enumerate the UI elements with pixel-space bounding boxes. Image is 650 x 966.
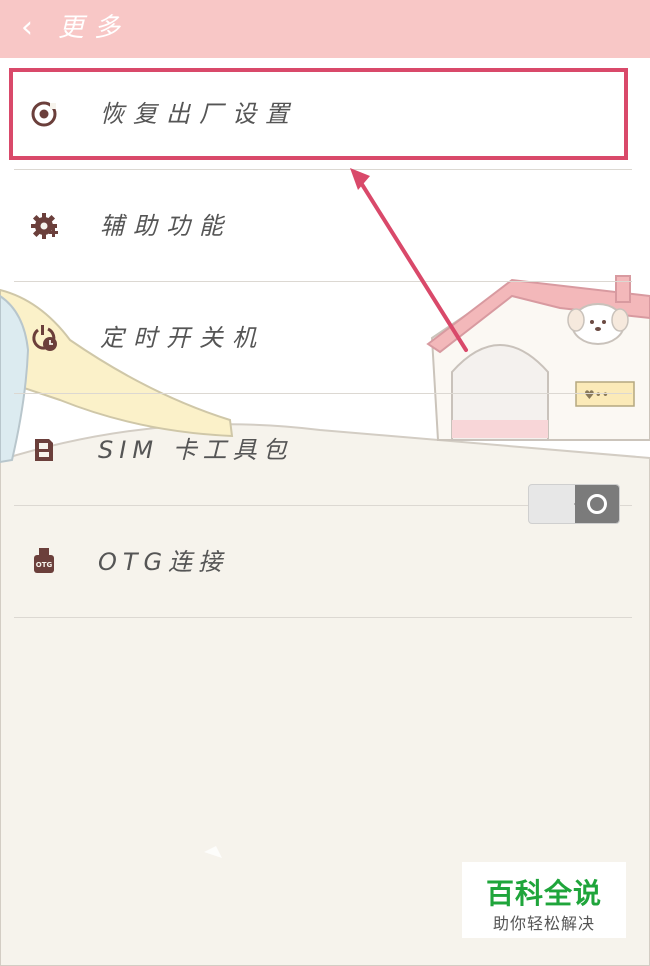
toggle-ring-icon — [587, 494, 607, 514]
page-title: 更多 — [58, 13, 131, 43]
sim-card-icon — [28, 434, 60, 466]
otg-icon: OTG — [28, 546, 60, 578]
menu-item-label: OTG连接 — [98, 548, 229, 576]
menu-item-accessibility[interactable]: 辅助功能 — [0, 170, 650, 282]
chevron-left-icon[interactable]: ‹ — [10, 8, 44, 48]
menu-item-label: 辅助功能 — [100, 212, 232, 240]
menu-item-label: 定时开关机 — [100, 324, 265, 352]
menu-item-label: 恢复出厂设置 — [100, 100, 298, 128]
menu-item-scheduled-power[interactable]: 定时开关机 — [0, 282, 650, 394]
toggle-knob-notch — [574, 495, 583, 513]
menu-item-label: SIM 卡工具包 — [98, 436, 293, 464]
factory-reset-icon — [28, 98, 60, 130]
power-timer-icon — [28, 322, 60, 354]
menu-item-factory-reset[interactable]: 恢复出厂设置 — [0, 58, 650, 170]
watermark-subtitle: 助你轻松解决 — [492, 914, 595, 933]
gear-icon — [28, 210, 60, 242]
divider — [14, 617, 632, 618]
watermark-badge: 百科全说 助你轻松解决 — [462, 862, 626, 938]
top-bar: ‹ 更多 — [0, 0, 650, 58]
settings-list: 恢复出厂设置 辅助功能 定时开关机 SIM 卡工具包 OTG OTG连接 — [0, 58, 650, 618]
otg-toggle-switch[interactable] — [528, 484, 620, 524]
watermark-title: 百科全说 — [485, 877, 602, 910]
svg-text:OTG: OTG — [36, 561, 53, 569]
